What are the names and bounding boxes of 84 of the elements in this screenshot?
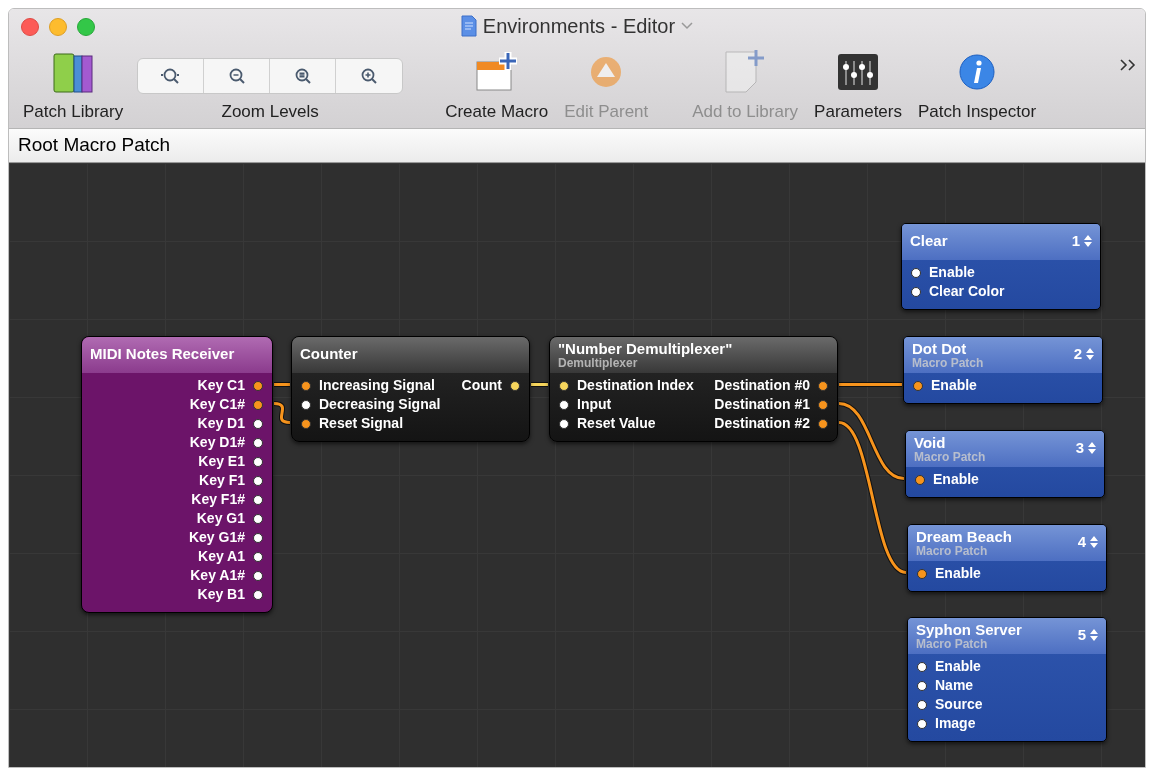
path-bar-label: Root Macro Patch [18, 133, 171, 158]
stepper-icon[interactable] [1084, 235, 1092, 247]
new-window-icon [473, 50, 520, 94]
node-order-number: 4 [1077, 534, 1086, 550]
info-icon [958, 53, 997, 91]
port-label: Enable [931, 376, 977, 395]
connection-wire[interactable] [838, 420, 907, 575]
patch-canvas[interactable] [9, 163, 1145, 767]
patch-node[interactable]: Dot Dot Macro Patch 2 Enable [903, 336, 1103, 404]
zoom-fit-icon [159, 67, 182, 85]
stepper-icon[interactable] [1090, 536, 1098, 548]
port-label: Key C1 [197, 376, 245, 395]
toolbar-button[interactable]: Patch Library [19, 42, 128, 122]
toolbar-button[interactable]: Parameters [810, 42, 906, 122]
patch-node[interactable]: Void Macro Patch 3 Enable [905, 430, 1105, 498]
node-order-number: 1 [1071, 233, 1080, 249]
port-label: Name [935, 676, 974, 695]
port-label: Image [935, 714, 976, 733]
port-label: Key E1 [198, 452, 245, 471]
port-label: Reset Signal [319, 414, 404, 433]
stepper-icon[interactable] [1090, 629, 1098, 641]
port-label: Key F1 [199, 471, 245, 490]
node-order-number: 2 [1073, 346, 1082, 362]
node-subtitle: Macro Patch [914, 451, 986, 464]
toolbar-label: Zoom Levels [221, 102, 319, 122]
node-title: Counter [300, 344, 358, 364]
node-title: Clear [910, 231, 948, 251]
close-button[interactable] [21, 18, 39, 36]
node-subtitle: Macro Patch [912, 357, 984, 370]
toolbar-button[interactable]: Create Macro [441, 42, 553, 122]
connection-wire[interactable] [273, 401, 291, 425]
port-label: Key A1 [198, 547, 245, 566]
connection-wire[interactable] [839, 382, 902, 387]
port-label: Key G1# [188, 528, 245, 547]
patch-node[interactable]: Syphon Server Macro Patch 5 Enable Name Source Image [907, 617, 1107, 742]
port-label: Count [461, 376, 502, 395]
patch-node[interactable]: Clear 1 Enable Clear Color [901, 223, 1101, 310]
stepper-icon[interactable] [1086, 348, 1094, 360]
patch-node[interactable]: "Number Demultiplexer" Demultiplexer Destination Index Destination #0 Input Destination #1 Reset Value Destination #2 [549, 336, 838, 442]
node-order-number: 3 [1075, 440, 1084, 456]
node-subtitle: Demultiplexer [558, 357, 638, 370]
node-title: MIDI Notes Receiver [90, 344, 235, 364]
port-label: Key G1 [196, 509, 245, 528]
port-label: Reset Value [577, 414, 656, 433]
stepper-icon[interactable] [1088, 442, 1096, 454]
node-title: "Number Demultiplexer" [558, 341, 733, 357]
port-label: Key C1# [189, 395, 245, 414]
port-label: Enable [935, 657, 981, 676]
port-label: Source [935, 695, 983, 714]
window-title: Environments - Editor [482, 13, 676, 39]
node-subtitle: Macro Patch [916, 545, 989, 558]
overflow-chevrons-icon[interactable] [1119, 58, 1137, 72]
port-label: Enable [933, 470, 979, 489]
node-title: Dot Dot [912, 341, 968, 357]
connection-wire[interactable] [531, 382, 548, 387]
port-label: Key B1 [197, 585, 245, 604]
port-label: Enable [935, 564, 981, 583]
patch-node[interactable]: Dream Beach Macro Patch 4 Enable [907, 524, 1107, 592]
port-label: Input [577, 395, 612, 414]
toolbar-button[interactable]: Patch Inspector [914, 42, 1041, 122]
document-icon [460, 14, 477, 37]
port-label: Key F1# [191, 490, 245, 509]
node-order-number: 5 [1077, 627, 1086, 643]
port-label: Destination #1 [714, 395, 810, 414]
port-label: Destination #0 [714, 376, 810, 395]
books-icon [51, 50, 96, 94]
port-label: Key D1 [197, 414, 245, 433]
node-title: Syphon Server [916, 622, 1022, 638]
patch-node[interactable]: MIDI Notes Receiver Key C1 Key C1# Key D1 Key D1# Key E1 Key F1 Key F1# Key G1 Key G1# Key A1 Key A1# Key B1 [81, 336, 273, 613]
node-title: Void [914, 435, 947, 451]
port-label: Clear Color [929, 282, 1005, 301]
port-label: Destination #2 [714, 414, 810, 433]
node-subtitle: Macro Patch [916, 638, 989, 651]
node-title: Dream Beach [916, 529, 1012, 545]
port-label: Decreasing Signal [319, 395, 441, 414]
sliders-icon [837, 53, 880, 91]
port-label: Destination Index [577, 376, 694, 395]
connection-wire[interactable] [274, 382, 290, 387]
port-label: Key A1# [190, 566, 245, 585]
port-label: Enable [929, 263, 975, 282]
connection-wire[interactable] [838, 401, 905, 481]
patch-node[interactable]: Counter Increasing Signal Count Decreasing Signal Reset Signal [291, 336, 530, 442]
port-label: Key D1# [189, 433, 245, 452]
port-label: Increasing Signal [319, 376, 435, 395]
